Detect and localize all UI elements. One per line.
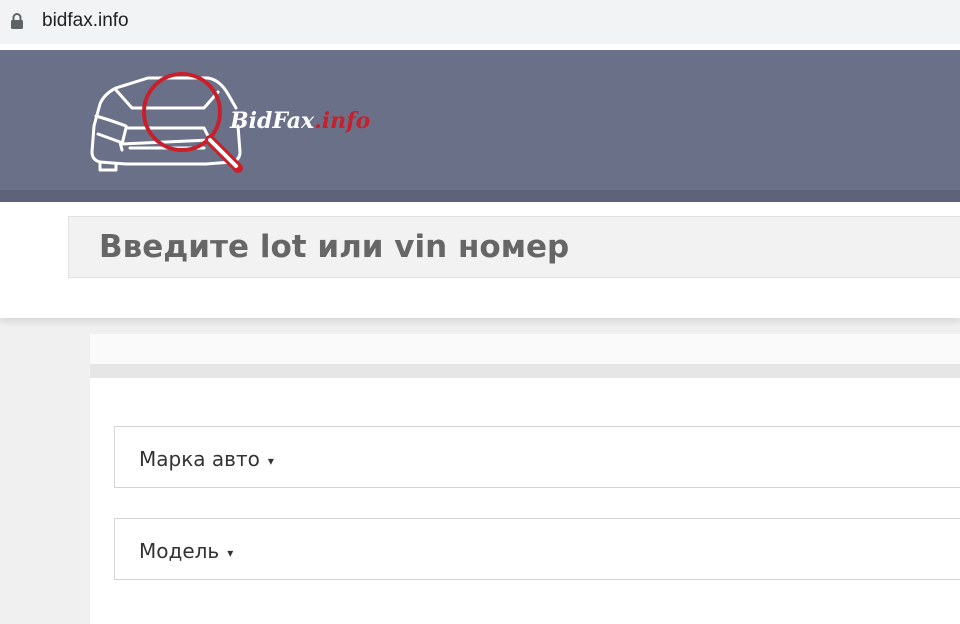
header-bottom-band <box>0 190 960 202</box>
panel-top-strip <box>90 334 960 364</box>
car-model-label: Модель <box>139 539 220 563</box>
filter-panel <box>90 378 960 624</box>
logo-text-suffix: .info <box>314 108 370 134</box>
panel-top-shadow <box>90 364 960 378</box>
browser-address-bar: bidfax.info <box>0 0 960 44</box>
car-make-label: Марка авто <box>139 447 260 471</box>
car-model-select[interactable]: Модель ▾ <box>114 518 960 580</box>
chevron-down-icon: ▾ <box>227 545 234 560</box>
lock-icon <box>11 13 23 29</box>
lot-vin-search-input[interactable] <box>68 216 960 278</box>
url-text[interactable]: bidfax.info <box>42 10 129 32</box>
site-logo[interactable]: BidFax.info <box>86 64 386 176</box>
logo-text-main: BidFax <box>229 108 315 134</box>
car-make-select[interactable]: Марка авто ▾ <box>114 426 960 488</box>
chevron-down-icon: ▾ <box>267 453 274 468</box>
svg-text:BidFax.info: BidFax.info <box>229 108 370 134</box>
